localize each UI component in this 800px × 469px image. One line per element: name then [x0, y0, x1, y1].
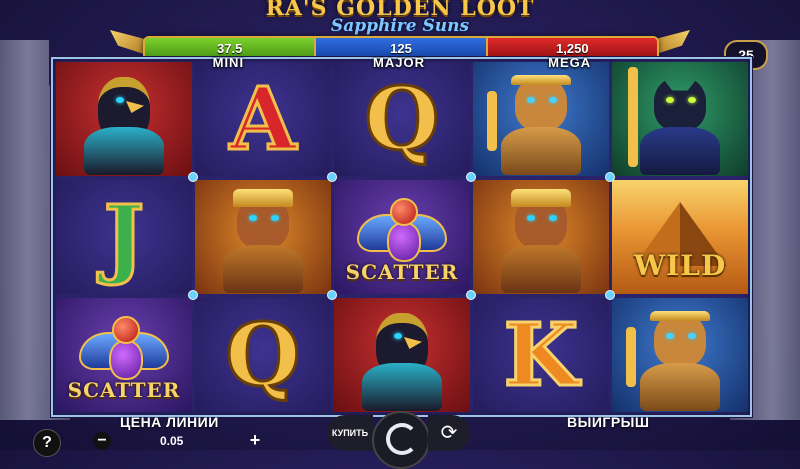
- falcon-god-icon: [354, 307, 450, 411]
- reel-gem-icon: [466, 290, 476, 300]
- falcon-god-icon: [76, 71, 172, 175]
- reels-grid: A Q J SCATTER WILD SCATTER Q K: [56, 62, 748, 412]
- jackpot-major-value: 125: [390, 41, 412, 56]
- bull-god-icon: [215, 189, 311, 293]
- symbol-lioness-goddess: [612, 298, 748, 412]
- scarab-icon: [357, 198, 447, 262]
- increase-bet-button[interactable]: +: [246, 431, 264, 450]
- symbol-wild: WILD: [612, 180, 748, 294]
- control-bar: ? ЦЕНА ЛИНИИ − 0.05 + КУПИТЬ ⟳ ВЫИГРЫШ: [0, 411, 800, 469]
- autoplay-icon: ⟳: [440, 422, 458, 444]
- symbol-letter-J: J: [56, 180, 192, 294]
- letter-j-icon: J: [102, 185, 146, 289]
- scatter-label: SCATTER: [67, 378, 181, 402]
- symbol-letter-A: A: [195, 62, 331, 176]
- lioness-goddess-icon: [626, 307, 728, 411]
- reel-gem-icon: [466, 172, 476, 182]
- reels-frame: A Q J SCATTER WILD SCATTER Q K: [51, 57, 752, 417]
- jackpot-labels: MINI MAJOR MEGA: [143, 55, 655, 70]
- symbol-panther-goddess: [612, 62, 748, 176]
- bull-god-icon: [493, 189, 589, 293]
- jackpot-mini-value: 37.5: [217, 41, 243, 56]
- symbol-scatter: SCATTER: [56, 298, 192, 412]
- reel-gem-icon: [605, 290, 615, 300]
- reel-gem-icon: [188, 172, 198, 182]
- spin-button[interactable]: [372, 411, 430, 469]
- autoplay-button[interactable]: ⟳: [428, 415, 470, 451]
- line-price-label: ЦЕНА ЛИНИИ: [120, 414, 219, 430]
- symbol-scatter: SCATTER: [334, 180, 470, 294]
- letter-q-icon: Q: [224, 303, 302, 407]
- spin-icon: [386, 423, 418, 455]
- game-logo: RA'S GOLDEN LOOT Sapphire Suns: [230, 0, 570, 35]
- wild-label: WILD: [633, 249, 727, 282]
- panther-goddess-icon: [628, 67, 728, 175]
- jackpot-mega-label: MEGA: [548, 55, 592, 70]
- symbol-falcon-god: [334, 298, 470, 412]
- buy-feature-button[interactable]: КУПИТЬ: [327, 415, 373, 451]
- jackpot-mega-value: 1,250: [556, 41, 589, 56]
- symbol-bull-god: [195, 180, 331, 294]
- lioness-goddess-icon: [487, 71, 589, 175]
- symbol-bull-god: [473, 180, 609, 294]
- reel-gem-icon: [605, 172, 615, 182]
- help-button[interactable]: ?: [33, 429, 61, 457]
- scatter-label: SCATTER: [345, 260, 459, 284]
- win-label: ВЫИГРЫШ: [567, 414, 650, 430]
- letter-a-icon: A: [228, 67, 298, 171]
- line-price-value: 0.05: [160, 434, 184, 448]
- symbol-letter-Q: Q: [334, 62, 470, 176]
- reel-gem-icon: [327, 172, 337, 182]
- reel-gem-icon: [188, 290, 198, 300]
- symbol-falcon-god: [56, 62, 192, 176]
- letter-k-icon: K: [502, 303, 580, 407]
- letter-q-icon: Q: [363, 67, 441, 171]
- scarab-icon: [79, 316, 169, 380]
- symbol-letter-K: K: [473, 298, 609, 412]
- decrease-bet-button[interactable]: −: [93, 432, 111, 450]
- jackpot-mini-label: MINI: [212, 55, 245, 70]
- jackpot-major-label: MAJOR: [373, 55, 425, 70]
- reel-gem-icon: [327, 290, 337, 300]
- symbol-letter-Q: Q: [195, 298, 331, 412]
- symbol-lioness-goddess: [473, 62, 609, 176]
